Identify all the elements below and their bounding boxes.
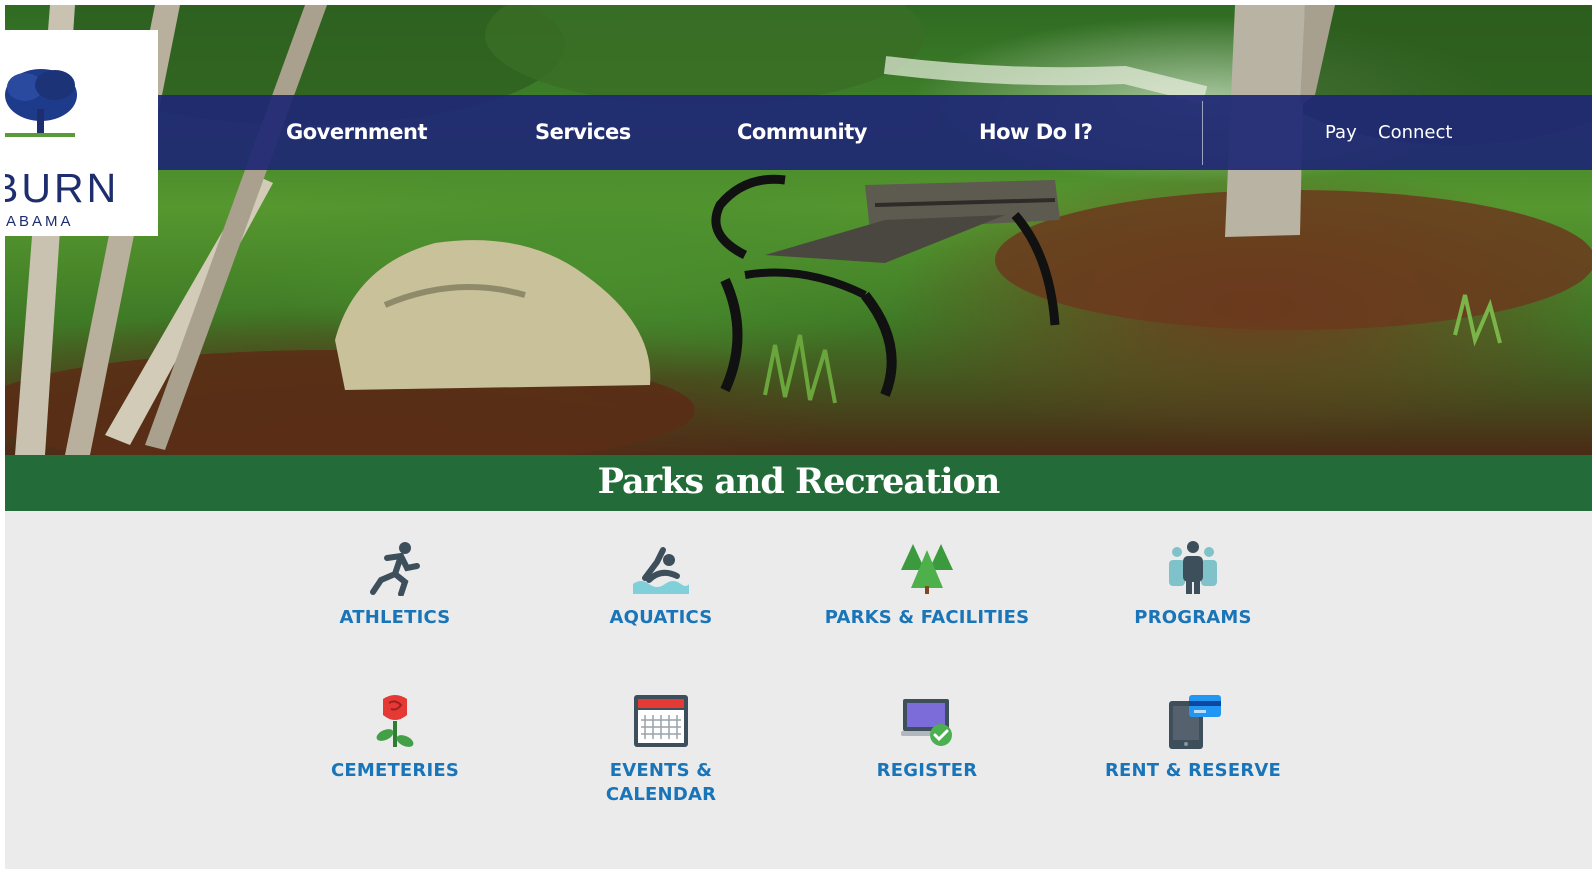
- logo-subtext: ABAMA: [6, 213, 74, 230]
- nav-divider: [1202, 101, 1203, 165]
- tile-label: RENT & RESERVE: [1104, 760, 1282, 781]
- tile-label: REGISTER: [876, 760, 978, 781]
- tile-aquatics[interactable]: AQUATICS: [541, 540, 781, 630]
- oak-tree-icon: [5, 69, 77, 137]
- tile-athletics[interactable]: ATHLETICS: [275, 540, 515, 630]
- nav-government[interactable]: Government: [286, 95, 428, 170]
- main-navigation: Government Services Community How Do I? …: [158, 95, 1592, 170]
- runner-icon: [370, 542, 420, 596]
- page-title: Parks and Recreation: [597, 461, 1001, 502]
- pine-trees-icon: [901, 544, 953, 594]
- nav-services[interactable]: Services: [535, 95, 631, 170]
- tablet-card-icon: [1169, 695, 1221, 749]
- nav-pay-link[interactable]: Pay: [1325, 95, 1357, 170]
- nav-connect-link[interactable]: Connect: [1378, 95, 1452, 170]
- tile-rent-reserve[interactable]: RENT & RESERVE: [1073, 693, 1313, 783]
- rose-icon: [376, 695, 414, 747]
- swimmer-icon: [633, 547, 689, 594]
- tile-label-line-2: CALENDAR: [605, 784, 717, 805]
- quick-links-section: [5, 511, 1592, 869]
- tile-programs[interactable]: PROGRAMS: [1073, 540, 1313, 630]
- nav-community[interactable]: Community: [737, 95, 867, 170]
- tile-label: PARKS & FACILITIES: [824, 607, 1030, 628]
- hero-park-image: [5, 5, 1592, 455]
- people-group-icon: [1169, 541, 1217, 594]
- city-logo[interactable]: BURN ABAMA: [5, 30, 158, 236]
- tile-label-line-1: EVENTS &: [609, 760, 713, 781]
- tile-events-calendar[interactable]: EVENTS & CALENDAR: [541, 693, 781, 807]
- page-title-band: Parks and Recreation: [5, 455, 1592, 511]
- tile-label: CEMETERIES: [330, 760, 460, 781]
- tile-register[interactable]: REGISTER: [807, 693, 1047, 783]
- tile-label: PROGRAMS: [1134, 607, 1252, 628]
- laptop-check-icon: [901, 699, 952, 746]
- tile-parks-facilities[interactable]: PARKS & FACILITIES: [807, 540, 1047, 630]
- nav-how-do-i[interactable]: How Do I?: [979, 95, 1093, 170]
- tile-cemeteries[interactable]: CEMETERIES: [275, 693, 515, 783]
- calendar-icon: [634, 695, 688, 747]
- logo-wordmark: BURN: [5, 165, 120, 211]
- park-scene-illustration: [5, 5, 1592, 455]
- tile-label: ATHLETICS: [339, 607, 451, 628]
- tile-label: AQUATICS: [609, 607, 713, 628]
